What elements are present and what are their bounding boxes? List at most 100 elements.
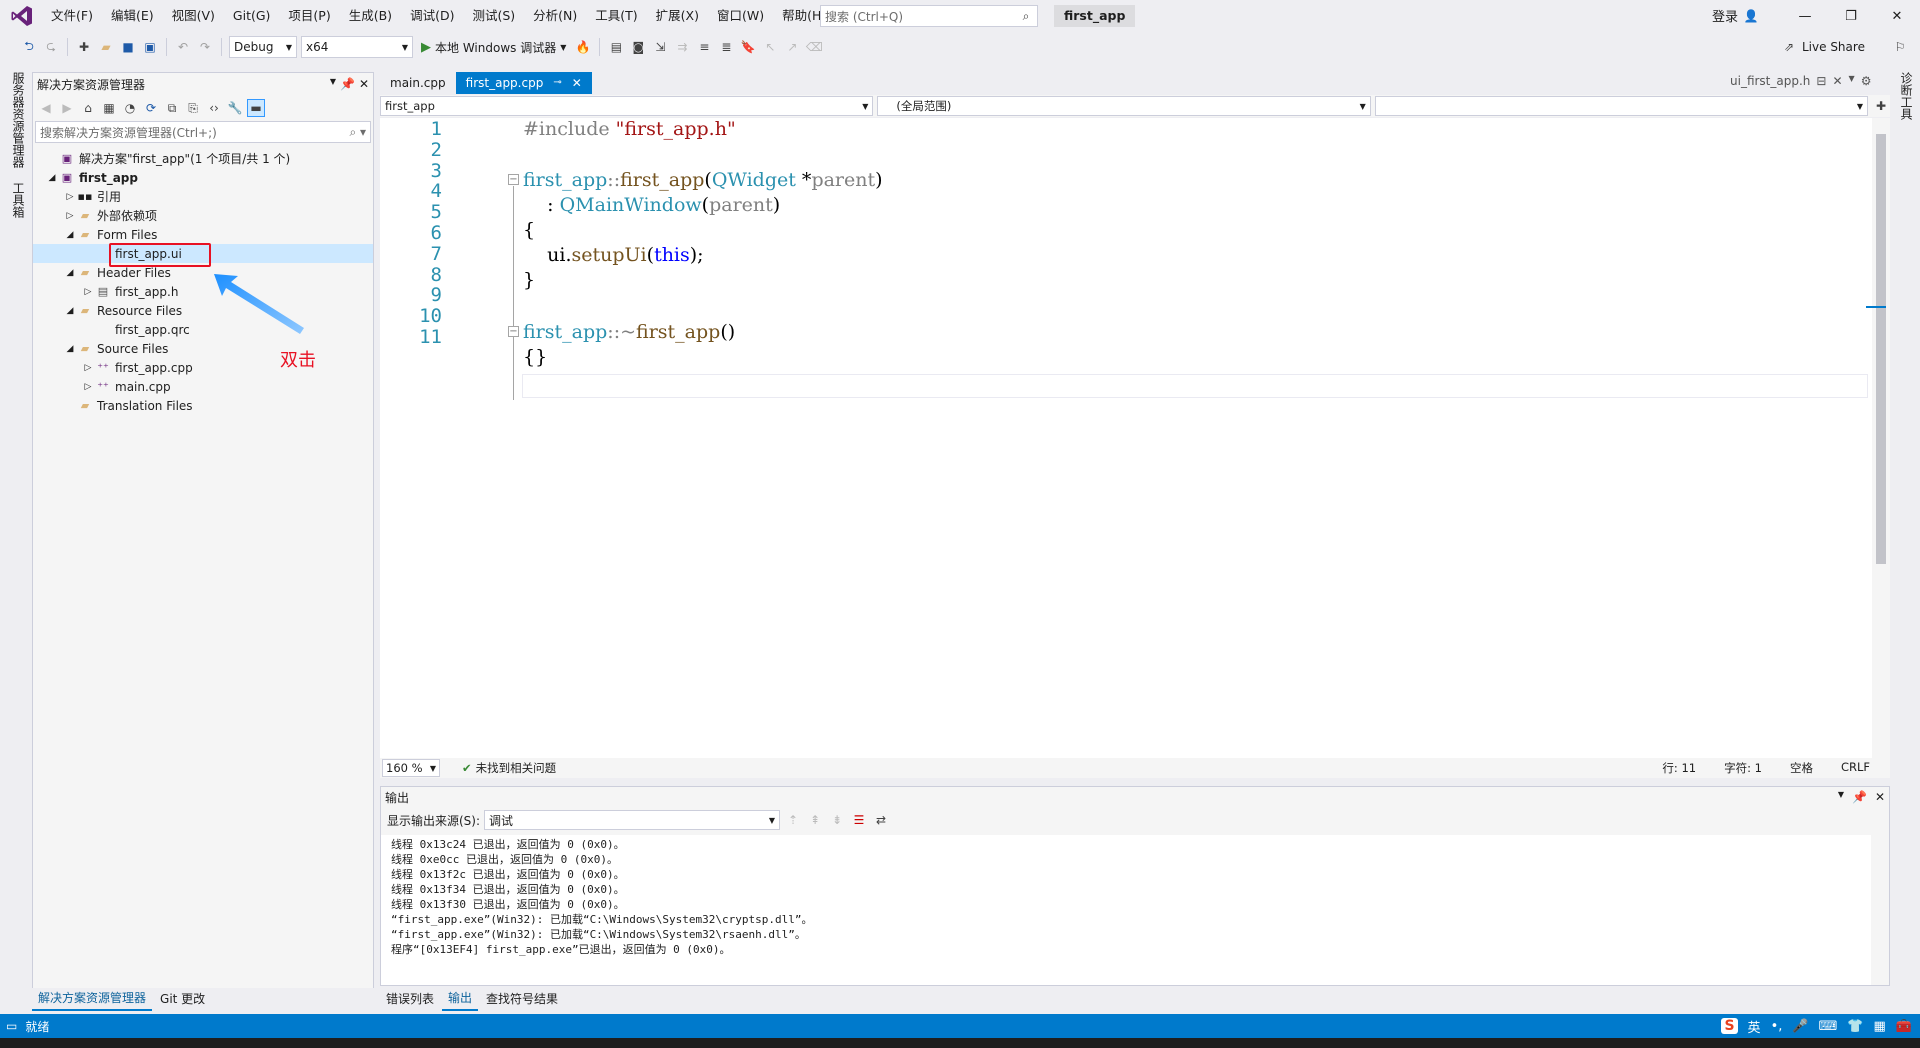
tree-item[interactable]: ▰ Translation Files: [33, 396, 373, 415]
menu-item-0[interactable]: 文件(F): [42, 0, 102, 32]
forward-icon[interactable]: ⮎: [42, 38, 60, 56]
show-all-files-icon[interactable]: ⎘: [184, 99, 202, 117]
menu-item-8[interactable]: 分析(N): [524, 0, 586, 32]
expander-icon[interactable]: ◢: [63, 344, 77, 354]
server-explorer-tab[interactable]: 服务器资源管理器: [10, 72, 27, 168]
output-scrollbar[interactable]: [1871, 835, 1889, 985]
menu-item-4[interactable]: 项目(P): [279, 0, 339, 32]
browse-icon[interactable]: ▤: [607, 38, 625, 56]
close-icon[interactable]: ✕: [359, 77, 369, 91]
gear-icon[interactable]: ⚙: [1861, 74, 1872, 88]
output-source-select[interactable]: 调试 ▼: [484, 810, 781, 830]
history-icon[interactable]: ◔: [121, 99, 139, 117]
menu-item-5[interactable]: 生成(B): [340, 0, 401, 32]
keyboard-icon[interactable]: ⌨: [1819, 1019, 1838, 1034]
step-over-icon[interactable]: ⇉: [673, 38, 691, 56]
microphone-icon[interactable]: 🎤: [1792, 1019, 1808, 1034]
zoom-select[interactable]: 160 % ▼: [382, 759, 440, 777]
solution-search-input[interactable]: 搜索解决方案资源管理器(Ctrl+;) ⌕ ▾: [35, 121, 371, 143]
tree-item[interactable]: ▣ 解决方案"first_app"(1 个项目/共 1 个): [33, 149, 373, 168]
scope-dropdown[interactable]: (全局范围) ▼: [877, 96, 1371, 116]
prev-message-icon[interactable]: ⇞: [806, 811, 824, 829]
tree-item[interactable]: first_app.qrc: [33, 320, 373, 339]
collapse-all-icon[interactable]: ⧉: [163, 99, 181, 117]
toolbox-tab[interactable]: 工具箱: [10, 182, 27, 218]
sogou-logo-icon[interactable]: S: [1721, 1018, 1738, 1034]
close-tab-icon[interactable]: ✕: [572, 72, 582, 94]
properties-icon[interactable]: 🔧: [226, 99, 244, 117]
pin-icon[interactable]: ⊸: [553, 72, 561, 94]
expander-icon[interactable]: ◢: [63, 268, 77, 278]
back-icon[interactable]: ⮌: [20, 38, 38, 56]
search-input[interactable]: 搜索 (Ctrl+Q) ⌕: [820, 5, 1038, 27]
editor-vertical-scrollbar[interactable]: [1872, 118, 1890, 758]
pin-icon[interactable]: 📌: [340, 77, 355, 91]
tree-item[interactable]: ◢ ▰ Resource Files: [33, 301, 373, 320]
clear-bookmarks-icon[interactable]: ⌫: [805, 38, 823, 56]
expander-icon[interactable]: ▷: [81, 382, 95, 392]
screenshot-icon[interactable]: ◙: [629, 38, 647, 56]
split-icon[interactable]: ✚: [1872, 97, 1890, 115]
project-dropdown[interactable]: first_app ▼: [380, 96, 874, 116]
find-message-icon[interactable]: ⇡: [784, 811, 802, 829]
expander-icon[interactable]: ▷: [63, 211, 77, 221]
punctuation-icon[interactable]: •,: [1771, 1019, 1783, 1034]
tree-item[interactable]: ▷ ▪▪ 引用: [33, 187, 373, 206]
menu-item-7[interactable]: 测试(S): [463, 0, 524, 32]
new-project-icon[interactable]: ✚: [75, 38, 93, 56]
hot-reload-icon[interactable]: 🔥: [574, 38, 592, 56]
tree-item[interactable]: ▷ ⁺⁺ main.cpp: [33, 377, 373, 396]
whitespace-indicator[interactable]: 空格: [1790, 760, 1813, 776]
dropdown-icon[interactable]: ▼: [1849, 74, 1855, 88]
back-icon[interactable]: ◀: [37, 99, 55, 117]
menu-item-11[interactable]: 窗口(W): [708, 0, 773, 32]
tab-find-symbol-results[interactable]: 查找符号结果: [480, 988, 564, 1010]
live-share-button[interactable]: ⇗ Live Share ⚐: [1780, 38, 1909, 56]
output-text[interactable]: 线程 0x13c24 已退出，返回值为 0 (0x0)。 线程 0xe0cc 已退…: [381, 835, 1871, 985]
skin-icon[interactable]: 👕: [1847, 1019, 1863, 1034]
window-options-icon[interactable]: ▼: [1838, 790, 1844, 804]
next-bookmark-icon[interactable]: ↗: [783, 38, 801, 56]
member-dropdown[interactable]: ▼: [1374, 96, 1869, 116]
close-icon[interactable]: ✕: [1875, 790, 1885, 804]
menu-item-3[interactable]: Git(G): [224, 0, 280, 32]
expander-icon[interactable]: ▷: [63, 192, 77, 202]
scrollbar-thumb[interactable]: [1876, 134, 1886, 564]
step-into-icon[interactable]: ⇲: [651, 38, 669, 56]
save-all-icon[interactable]: ▣: [141, 38, 159, 56]
tree-item[interactable]: ◢ ▰ Source Files: [33, 339, 373, 358]
configuration-select[interactable]: Debug ▼: [229, 36, 297, 58]
menu-item-1[interactable]: 编辑(E): [102, 0, 163, 32]
tab-first-app-cpp[interactable]: first_app.cpp ⊸ ✕: [455, 72, 592, 94]
uncomment-icon[interactable]: ≣: [717, 38, 735, 56]
forward-icon[interactable]: ▶: [58, 99, 76, 117]
ime-toolbar[interactable]: S 英 •, 🎤 ⌨ 👕 ▦ 🧰: [1721, 1014, 1912, 1038]
fold-toggle-icon[interactable]: −: [508, 174, 519, 185]
comment-icon[interactable]: ≡: [695, 38, 713, 56]
restore-button[interactable]: ❐: [1828, 0, 1874, 32]
next-message-icon[interactable]: ⇟: [828, 811, 846, 829]
home-icon[interactable]: ⌂: [79, 99, 97, 117]
tree-item[interactable]: ▷ ▰ 外部依赖项: [33, 206, 373, 225]
tab-error-list[interactable]: 错误列表: [380, 988, 440, 1010]
bookmark-icon[interactable]: 🔖: [739, 38, 757, 56]
word-wrap-icon[interactable]: ⇄: [872, 811, 890, 829]
platform-select[interactable]: x64 ▼: [301, 36, 413, 58]
tree-item[interactable]: ▷ ▤ first_app.h: [33, 282, 373, 301]
preview-tab[interactable]: ui_first_app.h ⊟ ✕ ▼ ⚙: [1730, 74, 1871, 88]
tab-solution-explorer[interactable]: 解决方案资源管理器: [32, 987, 153, 1011]
menu-item-6[interactable]: 调试(D): [401, 0, 463, 32]
save-icon[interactable]: ■: [119, 38, 137, 56]
open-folder-icon[interactable]: ▰: [97, 38, 115, 56]
menu-item-2[interactable]: 视图(V): [163, 0, 224, 32]
window-options-icon[interactable]: ▼: [330, 77, 336, 91]
tree-item[interactable]: ◢ ▰ Form Files: [33, 225, 373, 244]
issues-indicator[interactable]: ✔ 未找到相关问题: [462, 760, 556, 776]
view-code-icon[interactable]: ‹›: [205, 99, 223, 117]
visual-studio-logo-icon[interactable]: [10, 4, 34, 28]
menu-item-10[interactable]: 扩展(X): [647, 0, 708, 32]
expander-icon[interactable]: ◢: [45, 173, 59, 183]
menu-item-9[interactable]: 工具(T): [586, 0, 646, 32]
char-indicator[interactable]: 字符: 1: [1724, 760, 1762, 776]
ime-language[interactable]: 英: [1748, 1017, 1761, 1036]
